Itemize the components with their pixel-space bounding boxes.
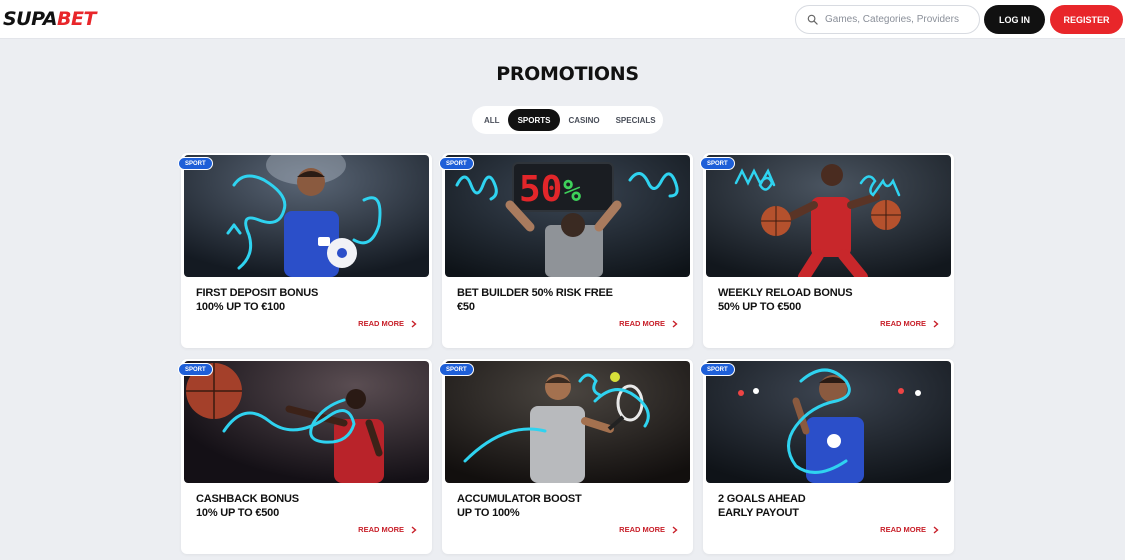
read-more-link[interactable]: READ MORE xyxy=(358,319,417,328)
promo-title-line2: 50% UP TO €500 xyxy=(718,300,802,313)
page-title: PROMOTIONS xyxy=(496,63,639,85)
svg-text:%: % xyxy=(563,174,581,209)
promotion-category-tabs: ALL SPORTS CASINO SPECIALS xyxy=(472,106,663,134)
logo-text-bet: BET xyxy=(57,8,96,30)
promo-title-line2: 10% UP TO €500 xyxy=(196,506,280,519)
promo-image-basketball-dunk xyxy=(184,361,429,483)
logo-text-supa: SUPA xyxy=(3,8,58,30)
sport-badge: SPORT xyxy=(700,157,735,170)
sport-badge: SPORT xyxy=(178,157,213,170)
sport-badge: SPORT xyxy=(700,363,735,376)
search-icon xyxy=(807,14,818,25)
promo-title: ACCUMULATOR BOOST UP TO 100% xyxy=(457,493,682,520)
read-more-link[interactable]: READ MORE xyxy=(880,319,939,328)
tab-all[interactable]: ALL xyxy=(476,109,508,131)
promo-image-tennis-player xyxy=(445,361,690,483)
sport-badge: SPORT xyxy=(178,363,213,376)
promo-title: FIRST DEPOSIT BONUS 100% UP TO €100 xyxy=(196,287,421,314)
promo-card-2-goals-ahead[interactable]: SPORT 2 GOALS AHEAD EARLY PAYOUT READ MO… xyxy=(700,359,954,554)
promo-image-footballer xyxy=(184,155,429,277)
promo-title: BET BUILDER 50% RISK FREE €50 xyxy=(457,287,682,314)
login-button[interactable]: LOG IN xyxy=(984,5,1045,34)
tab-sports[interactable]: SPORTS xyxy=(507,109,561,131)
sport-badge: SPORT xyxy=(439,363,474,376)
promo-card-weekly-reload[interactable]: SPORT WEEKLY RELOAD BONUS 50% UP TO €500… xyxy=(700,153,954,348)
promo-title-line2: UP TO 100% xyxy=(457,506,520,519)
chevron-right-icon xyxy=(672,319,678,328)
chevron-right-icon xyxy=(672,525,678,534)
tab-casino[interactable]: CASINO xyxy=(560,109,607,131)
promo-image-scoreboard-man: 50 % xyxy=(445,155,690,277)
promo-title: 2 GOALS AHEAD EARLY PAYOUT xyxy=(718,493,943,520)
search-input[interactable] xyxy=(825,14,975,25)
read-more-link[interactable]: READ MORE xyxy=(358,525,417,534)
read-more-label: READ MORE xyxy=(358,319,404,328)
sport-badge: SPORT xyxy=(439,157,474,170)
promo-title-line1: FIRST DEPOSIT BONUS xyxy=(196,287,319,299)
promo-card-bet-builder[interactable]: SPORT 50 % BET BUILDER 50% RISK FREE €50… xyxy=(439,153,693,348)
read-more-link[interactable]: READ MORE xyxy=(619,525,678,534)
promo-card-cashback-bonus[interactable]: SPORT CASHBACK BONUS 10% UP TO €500 READ… xyxy=(178,359,432,554)
chevron-right-icon xyxy=(411,319,417,328)
promo-card-accumulator-boost[interactable]: SPORT ACCUMULATOR BOOST UP TO 100% READ … xyxy=(439,359,693,554)
read-more-label: READ MORE xyxy=(619,319,665,328)
promo-title-line1: ACCUMULATOR BOOST xyxy=(457,493,582,505)
promo-image-footballer-stadium xyxy=(706,361,951,483)
read-more-label: READ MORE xyxy=(358,525,404,534)
promo-title: CASHBACK BONUS 10% UP TO €500 xyxy=(196,493,421,520)
chevron-right-icon xyxy=(411,525,417,534)
promo-title-line2: €50 xyxy=(457,300,475,313)
top-header: SUPABET LOG IN REGISTER xyxy=(0,0,1125,39)
promo-title: WEEKLY RELOAD BONUS 50% UP TO €500 xyxy=(718,287,943,314)
read-more-label: READ MORE xyxy=(880,525,926,534)
register-button[interactable]: REGISTER xyxy=(1050,5,1123,34)
supabet-logo[interactable]: SUPABET xyxy=(3,8,96,30)
promo-title-line2: 100% UP TO €100 xyxy=(196,300,285,313)
chevron-right-icon xyxy=(933,319,939,328)
promo-title-line1: WEEKLY RELOAD BONUS xyxy=(718,287,853,299)
promo-title-line1: 2 GOALS AHEAD xyxy=(718,493,806,505)
tab-specials[interactable]: SPECIALS xyxy=(608,109,664,131)
promo-card-first-deposit-bonus[interactable]: SPORT FIRST DEPOSIT BONUS 100% UP TO €10… xyxy=(178,153,432,348)
promo-image-basketball-player xyxy=(706,155,951,277)
promo-title-line1: CASHBACK BONUS xyxy=(196,493,299,505)
promo-title-line2: EARLY PAYOUT xyxy=(718,506,799,519)
chevron-right-icon xyxy=(933,525,939,534)
search-box[interactable] xyxy=(795,5,980,34)
read-more-link[interactable]: READ MORE xyxy=(619,319,678,328)
read-more-label: READ MORE xyxy=(880,319,926,328)
svg-text:50: 50 xyxy=(519,169,562,210)
promo-title-line1: BET BUILDER 50% RISK FREE xyxy=(457,287,613,299)
read-more-label: READ MORE xyxy=(619,525,665,534)
read-more-link[interactable]: READ MORE xyxy=(880,525,939,534)
